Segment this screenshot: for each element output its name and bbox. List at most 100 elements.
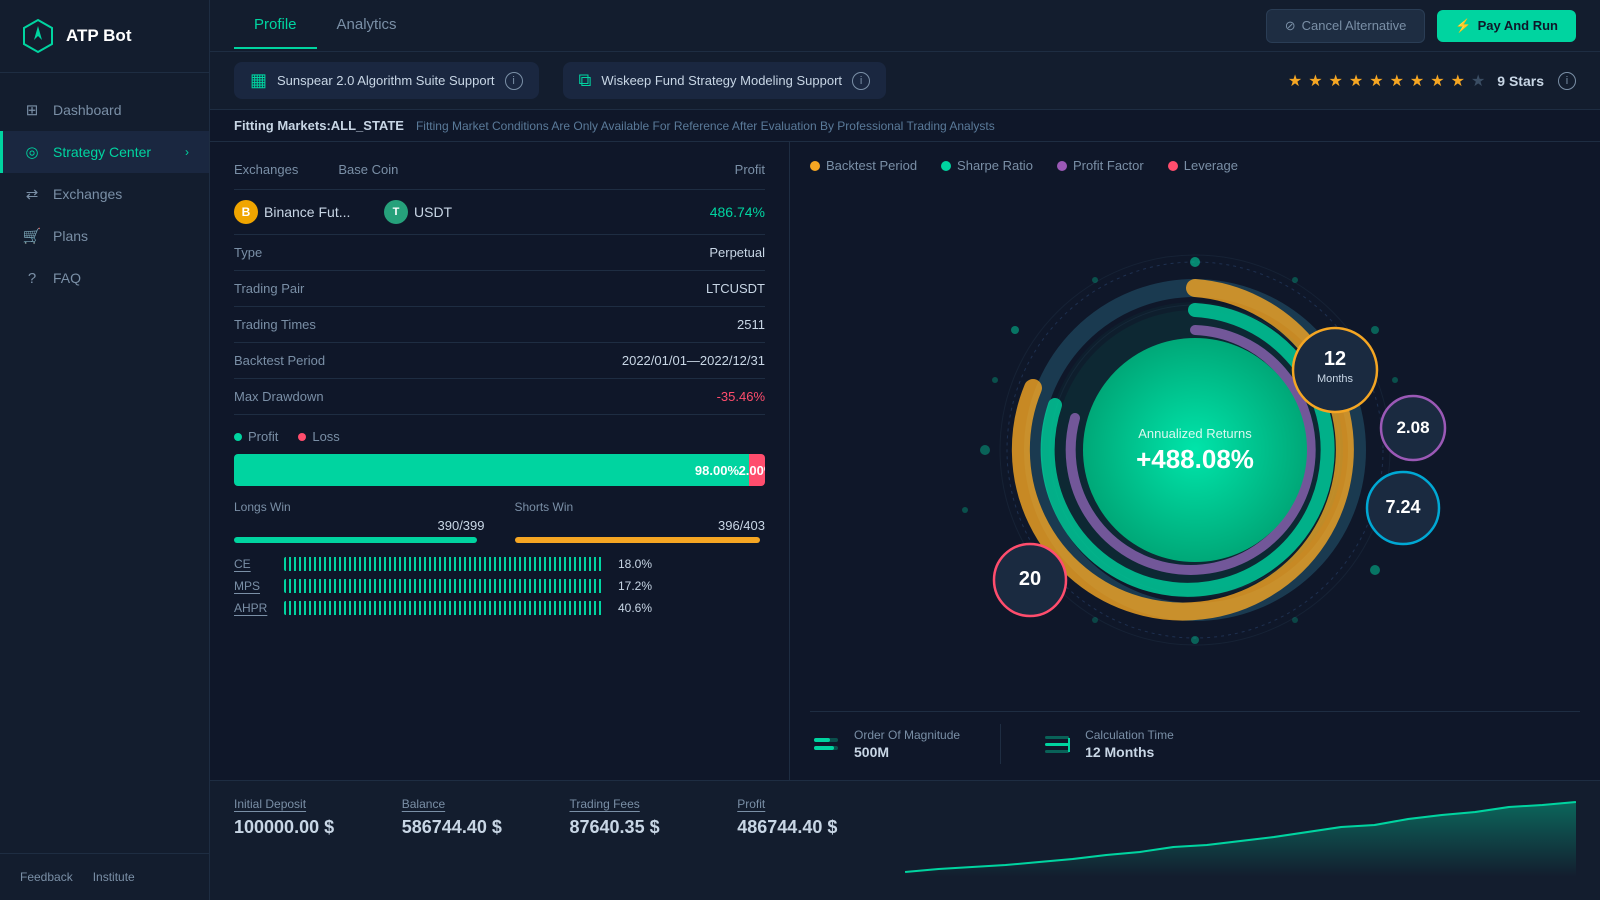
profit-legend: Profit: [234, 429, 278, 444]
circular-chart-svg: Annualized Returns +488.08%: [915, 250, 1475, 650]
fund-info-icon[interactable]: i: [852, 72, 870, 90]
sidebar-item-exchanges-label: Exchanges: [53, 186, 122, 202]
shorts-bar: [515, 537, 760, 543]
detail-row: Max Drawdown -35.46%: [234, 379, 765, 415]
calculation-label: Calculation Time: [1085, 728, 1174, 742]
star-4-icon: ★: [1349, 71, 1363, 91]
profit-value: 486.74%: [710, 204, 765, 220]
detail-label-4: Max Drawdown: [234, 389, 717, 404]
order-value: 500M: [854, 744, 960, 760]
metric-label-0: CE: [234, 557, 274, 571]
fin-stat-label-2: Trading Fees: [570, 797, 714, 811]
detail-value-1: LTCUSDT: [706, 281, 765, 296]
pay-and-run-button[interactable]: ⚡ Pay And Run: [1437, 10, 1576, 42]
cancel-alternative-button[interactable]: ⊘ Cancel Alternative: [1266, 9, 1426, 43]
stars-section: ★ ★ ★ ★ ★ ★ ★ ★ ★ ★ 9 Stars i: [1288, 71, 1576, 91]
metric-bar-2: [284, 601, 604, 615]
faq-icon: ?: [23, 269, 41, 287]
detail-value-2: 2511: [737, 317, 765, 332]
sidebar-item-strategy-label: Strategy Center: [53, 144, 151, 160]
algorithm-text: Sunspear 2.0 Algorithm Suite Support: [277, 73, 495, 88]
stars-info-icon[interactable]: i: [1558, 72, 1576, 90]
order-magnitude-stat: Order Of Magnitude 500M: [810, 728, 960, 760]
metric-value-0: 18.0%: [614, 557, 652, 571]
sidebar-item-dashboard[interactable]: ⊞ Dashboard: [0, 89, 209, 131]
profit-legend-label: Profit: [248, 429, 278, 444]
shorts-value: 396/403: [515, 518, 766, 533]
exchanges-col-header: Exchanges: [234, 162, 298, 177]
metric-bar-1: [284, 579, 604, 593]
longs-value: 390/399: [234, 518, 485, 533]
sidebar-item-plans[interactable]: 🛒 Plans: [0, 215, 209, 257]
backtest-dot: [810, 161, 820, 171]
fitting-bar: Fitting Markets:ALL_STATE Fitting Market…: [210, 110, 1600, 142]
detail-row: Type Perpetual: [234, 235, 765, 271]
loss-dot: [298, 433, 306, 441]
top-nav: Profile Analytics ⊘ Cancel Alternative ⚡…: [210, 0, 1600, 52]
loss-legend-label: Loss: [312, 429, 339, 444]
metric-row: MPS 17.2%: [234, 579, 765, 593]
bottom-stats: Order Of Magnitude 500M: [810, 711, 1580, 764]
legend-profit-factor: Profit Factor: [1057, 158, 1144, 173]
sharpe-dot: [941, 161, 951, 171]
exchange-name: Binance Fut...: [264, 204, 384, 220]
shorts-win-stat: Shorts Win 396/403: [515, 500, 766, 543]
legend-backtest: Backtest Period: [810, 158, 917, 173]
svg-text:+488.08%: +488.08%: [1136, 444, 1254, 474]
fin-stat-3: Profit 486744.40 $: [737, 797, 905, 838]
longs-label: Longs Win: [234, 500, 485, 514]
chart-legend: Backtest Period Sharpe Ratio Profit Fact…: [810, 158, 1580, 173]
strategy-chevron-icon: ›: [185, 145, 189, 159]
institute-link[interactable]: Institute: [93, 870, 135, 884]
detail-rows: Type Perpetual Trading Pair LTCUSDT Trad…: [234, 235, 765, 415]
chart-preview: [905, 797, 1576, 877]
detail-value-3: 2022/01/01—2022/12/31: [622, 353, 765, 368]
main-content: Profile Analytics ⊘ Cancel Alternative ⚡…: [210, 0, 1600, 900]
detail-row: Trading Times 2511: [234, 307, 765, 343]
tab-profile[interactable]: Profile: [234, 2, 317, 49]
usdt-icon: T: [384, 200, 408, 224]
detail-value-0: Perpetual: [709, 245, 765, 260]
star-2-icon: ★: [1308, 71, 1322, 91]
fin-stat-value-1: 586744.40 $: [402, 817, 546, 838]
sidebar-item-faq[interactable]: ? FAQ: [0, 257, 209, 299]
longs-bar: [234, 537, 477, 543]
svg-text:Annualized Returns: Annualized Returns: [1138, 426, 1252, 441]
order-icon: [810, 728, 842, 760]
detail-label-2: Trading Times: [234, 317, 737, 332]
stars-label: 9 Stars: [1497, 73, 1544, 89]
profit-factor-label: Profit Factor: [1073, 158, 1144, 173]
star-1-icon: ★: [1288, 71, 1302, 91]
detail-value-4: -35.46%: [717, 389, 765, 404]
win-stats: Longs Win 390/399 Shorts Win 396/403: [234, 500, 765, 543]
fin-stat-value-2: 87640.35 $: [570, 817, 714, 838]
detail-label-1: Trading Pair: [234, 281, 706, 296]
metric-label-2: AHPR: [234, 601, 274, 615]
metric-bar-0: [284, 557, 604, 571]
svg-text:12: 12: [1324, 348, 1346, 370]
right-panel: Backtest Period Sharpe Ratio Profit Fact…: [790, 142, 1600, 780]
star-8-icon: ★: [1430, 71, 1444, 91]
order-label: Order Of Magnitude: [854, 728, 960, 742]
exchanges-icon: ⇄: [23, 185, 41, 203]
calculation-icon: [1041, 728, 1073, 760]
tab-analytics[interactable]: Analytics: [317, 2, 417, 49]
legend-sharpe: Sharpe Ratio: [941, 158, 1033, 173]
backtest-label: Backtest Period: [826, 158, 917, 173]
sidebar-footer: Feedback Institute: [0, 853, 209, 900]
calculation-info: Calculation Time 12 Months: [1085, 728, 1174, 760]
sidebar-item-strategy[interactable]: ◎ Strategy Center ›: [0, 131, 209, 173]
metric-value-2: 40.6%: [614, 601, 652, 615]
sidebar-item-exchanges[interactable]: ⇄ Exchanges: [0, 173, 209, 215]
content-area: Exchanges Base Coin Profit B Binance Fut…: [210, 142, 1600, 780]
fund-text: Wiskeep Fund Strategy Modeling Support: [601, 73, 842, 88]
fin-stat-0: Initial Deposit 100000.00 $: [234, 797, 402, 838]
table-header: Exchanges Base Coin Profit: [234, 162, 765, 190]
algorithm-info-icon[interactable]: i: [505, 72, 523, 90]
pl-legend: Profit Loss: [234, 429, 765, 444]
loss-bar: 2.00%: [749, 454, 765, 486]
shorts-label: Shorts Win: [515, 500, 766, 514]
fin-stat-value-0: 100000.00 $: [234, 817, 378, 838]
detail-label-3: Backtest Period: [234, 353, 622, 368]
feedback-link[interactable]: Feedback: [20, 870, 73, 884]
